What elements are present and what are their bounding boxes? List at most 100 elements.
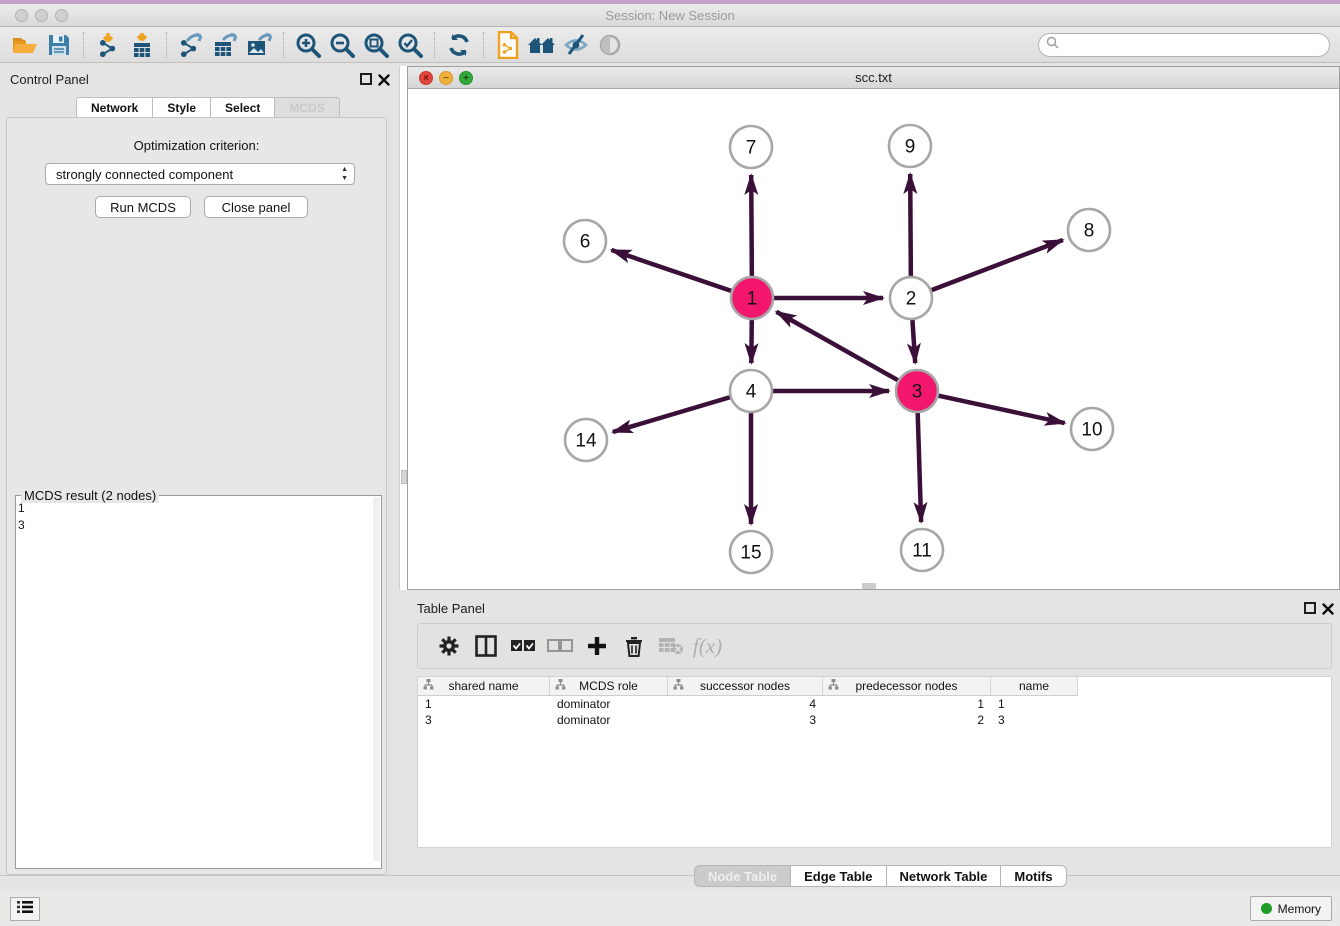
home-icon[interactable]: [525, 30, 559, 60]
edge-2-3[interactable]: [912, 320, 915, 363]
graph-node-14[interactable]: 14: [565, 419, 607, 461]
column-header-shared-name[interactable]: shared name: [418, 677, 550, 695]
network-graph[interactable]: 1 2 3 4 6 7 8 9 10 11 14 15: [408, 89, 1339, 589]
main-toolbar: [0, 27, 1340, 63]
control-panel-float-button[interactable]: [360, 73, 372, 85]
table-cell[interactable]: 1: [418, 696, 550, 712]
svg-text:10: 10: [1081, 420, 1102, 441]
column-header-successor-nodes[interactable]: successor nodes: [668, 677, 823, 695]
table-cell[interactable]: 3: [668, 712, 823, 728]
import-network-icon[interactable]: [91, 30, 125, 60]
column-header-MCDS-role[interactable]: MCDS role: [550, 677, 668, 695]
svg-text:3: 3: [912, 382, 923, 403]
open-session-icon[interactable]: [8, 30, 42, 60]
graph-node-7[interactable]: 7: [730, 126, 772, 168]
zoom-fit-icon[interactable]: [359, 30, 393, 60]
zoom-out-icon[interactable]: [325, 30, 359, 60]
table-cell[interactable]: 2: [823, 712, 991, 728]
mcds-result-text[interactable]: 1 3: [18, 500, 25, 534]
task-history-button[interactable]: [10, 897, 40, 921]
edge-1-6[interactable]: [611, 250, 731, 291]
table-row[interactable]: 1dominator411: [418, 696, 1331, 712]
graph-node-1[interactable]: 1: [731, 277, 773, 319]
edge-3-1[interactable]: [776, 312, 897, 380]
table-row[interactable]: 3dominator323: [418, 712, 1331, 728]
tab-motifs[interactable]: Motifs: [1001, 865, 1066, 887]
table-cell[interactable]: dominator: [550, 696, 668, 712]
edge-3-10[interactable]: [938, 396, 1064, 423]
column-sort-icon[interactable]: [423, 679, 434, 693]
optimization-criterion-select[interactable]: strongly connected component ▲▼: [45, 163, 355, 185]
result-scrollbar[interactable]: [373, 497, 380, 861]
search-input[interactable]: [1059, 38, 1309, 52]
gear-icon[interactable]: [430, 629, 467, 663]
graph-node-6[interactable]: 6: [564, 220, 606, 262]
export-image-icon[interactable]: [242, 30, 276, 60]
delete-row-icon[interactable]: [615, 629, 652, 663]
table-panel-close-icon[interactable]: [1322, 602, 1334, 614]
save-session-icon[interactable]: [42, 30, 76, 60]
list-icon: [17, 900, 33, 919]
canvas-splitter-handle[interactable]: [862, 583, 876, 589]
edge-1-7[interactable]: [751, 175, 752, 276]
svg-text:8: 8: [1084, 221, 1095, 242]
table-panel-header: Table Panel: [407, 597, 1340, 621]
memory-button[interactable]: Memory: [1250, 896, 1332, 921]
select-all-icon[interactable]: [504, 629, 541, 663]
graph-node-9[interactable]: 9: [889, 125, 931, 167]
tab-network[interactable]: Network: [76, 97, 153, 118]
graph-node-8[interactable]: 8: [1068, 209, 1110, 251]
svg-text:14: 14: [575, 431, 597, 452]
run-mcds-button[interactable]: Run MCDS: [95, 196, 191, 218]
node-table[interactable]: shared nameMCDS rolesuccessor nodesprede…: [417, 676, 1332, 848]
memory-status-icon: [1261, 903, 1272, 914]
table-cell[interactable]: dominator: [550, 712, 668, 728]
hide-panel-icon[interactable]: [559, 30, 593, 60]
import-table-icon[interactable]: [125, 30, 159, 60]
edge-2-8[interactable]: [932, 240, 1063, 290]
export-table-icon[interactable]: [208, 30, 242, 60]
delete-table-icon: [652, 629, 689, 663]
column-header-predecessor-nodes[interactable]: predecessor nodes: [823, 677, 991, 695]
tab-edge-table[interactable]: Edge Table: [791, 865, 886, 887]
refresh-layout-icon[interactable]: [442, 30, 476, 60]
table-panel-float-button[interactable]: [1304, 602, 1316, 614]
table-cell[interactable]: 3: [418, 712, 550, 728]
graph-node-4[interactable]: 4: [730, 370, 772, 412]
graph-node-2[interactable]: 2: [890, 277, 932, 319]
table-cell[interactable]: 1: [991, 696, 1078, 712]
edge-4-14[interactable]: [613, 397, 730, 432]
edge-3-11[interactable]: [918, 413, 921, 522]
zoom-selected-icon[interactable]: [393, 30, 427, 60]
graph-node-10[interactable]: 10: [1071, 408, 1113, 450]
network-vertical-scrollbar[interactable]: [399, 66, 407, 590]
edge-2-9[interactable]: [910, 174, 911, 276]
table-cell[interactable]: 1: [823, 696, 991, 712]
control-panel-close-icon[interactable]: [378, 73, 390, 85]
tab-style[interactable]: Style: [153, 97, 211, 118]
network-from-file-icon[interactable]: [491, 30, 525, 60]
close-panel-button[interactable]: Close panel: [204, 196, 308, 218]
column-sort-icon[interactable]: [828, 679, 839, 693]
status-bar: Memory: [0, 889, 1340, 926]
tab-network-table[interactable]: Network Table: [887, 865, 1002, 887]
svg-text:7: 7: [746, 138, 757, 159]
deselect-icon[interactable]: [541, 629, 578, 663]
graph-node-3[interactable]: 3: [896, 370, 938, 412]
column-header-name[interactable]: name: [991, 677, 1078, 695]
export-network-icon[interactable]: [174, 30, 208, 60]
tab-node-table[interactable]: Node Table: [694, 865, 791, 887]
search-box[interactable]: [1038, 33, 1330, 57]
columns-icon[interactable]: [467, 629, 504, 663]
graph-node-11[interactable]: 11: [901, 529, 943, 571]
zoom-in-icon[interactable]: [291, 30, 325, 60]
graph-node-15[interactable]: 15: [730, 531, 772, 573]
column-sort-icon[interactable]: [555, 679, 566, 693]
table-cell[interactable]: 3: [991, 712, 1078, 728]
column-sort-icon[interactable]: [673, 679, 684, 693]
tab-mcds[interactable]: MCDS: [275, 97, 339, 118]
network-canvas[interactable]: 1 2 3 4 6 7 8 9 10 11 14 15: [408, 89, 1339, 589]
table-cell[interactable]: 4: [668, 696, 823, 712]
tab-select[interactable]: Select: [211, 97, 275, 118]
add-row-icon[interactable]: [578, 629, 615, 663]
